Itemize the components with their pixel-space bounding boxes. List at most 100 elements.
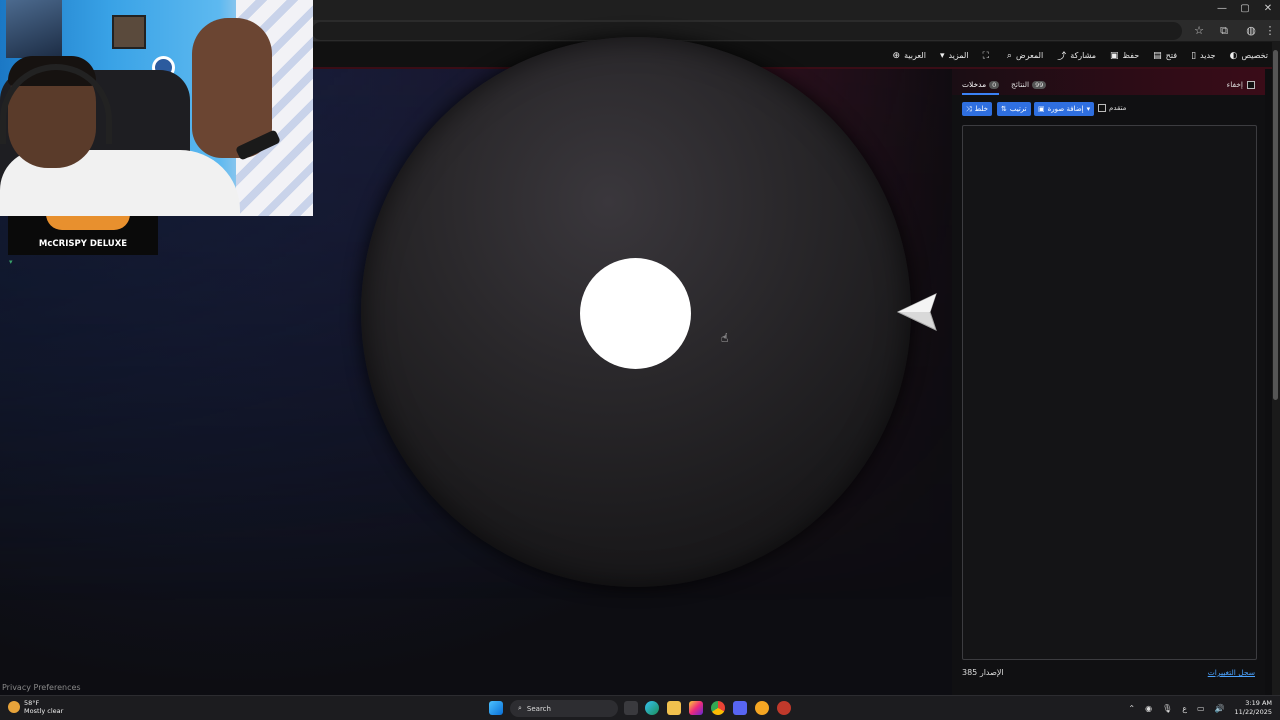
caret-down-icon: ▾ [939, 50, 945, 61]
app-icon-red[interactable] [777, 701, 791, 715]
extensions-icon[interactable]: ⧉ [1216, 24, 1232, 38]
url-field[interactable] [312, 22, 1182, 40]
privacy-preferences-link[interactable]: Privacy Preferences [2, 683, 81, 692]
maximize-icon[interactable]: ▢ [1233, 3, 1257, 14]
toolbar-item-share[interactable]: مشاركة ⤴ [1057, 49, 1096, 62]
toolbar-item-label: المزيد [948, 51, 969, 60]
tray-app-icon[interactable]: ◉ [1145, 704, 1152, 713]
hand-cursor-icon: ☝ [721, 331, 729, 345]
taskbar: 58°F Mostly clear ⌕ Search ⌃ ◉ 🎙 ع ▭ 🔊 3… [0, 695, 1280, 720]
start-icon[interactable] [489, 701, 503, 715]
hide-checkbox[interactable] [1247, 80, 1255, 89]
sort-icon: ⇅ [1001, 105, 1007, 113]
entries-textarea[interactable] [962, 125, 1257, 660]
toolbar-item-caret-down[interactable]: المزيد ▾ [940, 51, 969, 61]
weather-icon [8, 701, 20, 713]
microphone-icon[interactable]: 🎙 [1162, 704, 1172, 713]
image-icon: ▣ [1038, 105, 1045, 113]
clock-date: 11/22/2025 [1234, 708, 1272, 716]
toolbar-item-label: المعرض [1015, 51, 1044, 60]
advanced-label: متقدم [1109, 104, 1127, 112]
hide-toggle[interactable]: إخفاء [1227, 80, 1255, 89]
webcam-overlay [0, 0, 313, 216]
close-icon[interactable]: ✕ [1256, 3, 1280, 14]
caret-down-icon: ▾ [1086, 105, 1091, 113]
hide-label: إخفاء [1226, 80, 1243, 89]
small-logo-icon: ▾ [9, 258, 13, 266]
discord-icon[interactable] [733, 701, 747, 715]
weather-widget[interactable]: 58°F Mostly clear [8, 699, 63, 715]
version-number: 385 [962, 668, 978, 677]
wheel-hub-button[interactable] [580, 258, 691, 369]
burger-image [46, 214, 130, 230]
shuffle-label: خلط [974, 105, 988, 113]
fullscreen-icon: ⛶ [982, 50, 989, 61]
tab-entries-badge: 0 [989, 80, 1000, 89]
scroll-thumb[interactable] [1273, 50, 1278, 400]
taskbar-search[interactable]: ⌕ Search [510, 700, 618, 717]
tab-results-badge: 99 [1032, 80, 1047, 89]
toolbar-item-label: مشاركة [1070, 51, 1097, 60]
advanced-checkbox[interactable] [1098, 104, 1106, 112]
network-icon[interactable]: ▭ [1197, 704, 1205, 713]
system-tray: ⌃ ◉ 🎙 ع ▭ 🔊 3:19 AM 11/22/2025 [1128, 699, 1272, 717]
version-label: الإصدار [979, 668, 1004, 677]
toolbar-item-search[interactable]: المعرض ⌕ [1007, 51, 1043, 61]
minimize-icon[interactable]: — [1210, 3, 1234, 14]
tab-entries[interactable]: مدخلات 0 [962, 80, 1000, 95]
shuffle-button[interactable]: ⤨ خلط [962, 102, 992, 116]
add-image-label: إضافة صورة [1047, 105, 1084, 113]
changelog-link[interactable]: سجل التغييرات [1208, 668, 1255, 677]
save-icon: ▣ [1110, 50, 1119, 61]
tab-results-label: النتائج [1011, 80, 1030, 89]
globe-icon: ⊕ [892, 50, 901, 61]
ad-banner: McCRISPY DELUXE [8, 214, 158, 255]
menu-icon[interactable]: ⋮ [1262, 24, 1278, 37]
weather-desc: Mostly clear [24, 707, 64, 715]
task-view-icon[interactable] [624, 701, 638, 715]
add-image-button[interactable]: ▣ إضافة صورة ▾ [1034, 102, 1095, 116]
clock[interactable]: 3:19 AM 11/22/2025 [1235, 699, 1272, 717]
share-icon: ⤴ [1057, 52, 1067, 62]
sort-button[interactable]: ⇅ ترتيب [997, 102, 1031, 116]
advanced-toggle[interactable]: متقدم [1098, 104, 1126, 112]
palette-icon: ◐ [1229, 50, 1238, 61]
clock-time: 3:19 AM [1245, 699, 1272, 707]
shuffle-icon: ⤨ [966, 104, 972, 113]
tray-chevron-icon[interactable]: ⌃ [1128, 704, 1135, 713]
toolbar-item-palette[interactable]: تخصيص ◐ [1230, 51, 1268, 61]
toolbar-item-label: فتح [1165, 51, 1178, 60]
page-scrollbar[interactable] [1272, 42, 1280, 695]
toolbar-item-label: العربية [904, 51, 926, 60]
wall-poster [6, 0, 62, 58]
edge-icon[interactable] [645, 701, 659, 715]
profile-icon[interactable]: ◍ [1243, 24, 1259, 37]
weather-temp: 58°F [24, 699, 40, 707]
instagram-icon[interactable] [689, 701, 703, 715]
toolbar-item-globe[interactable]: العربية ⊕ [893, 51, 926, 61]
wheel-pointer-icon [896, 293, 937, 331]
toolbar-item-new-file[interactable]: جديد ▯ [1191, 51, 1216, 61]
star-icon[interactable]: ☆ [1191, 24, 1207, 37]
toolbar-item-save[interactable]: حفظ ▣ [1110, 51, 1139, 61]
app-icon-orange[interactable] [755, 701, 769, 715]
chrome-icon[interactable] [711, 701, 725, 715]
search-label: Search [526, 704, 551, 713]
folder-icon: ▤ [1153, 50, 1162, 61]
language-indicator[interactable]: ع [1182, 704, 1187, 713]
entries-panel: إخفاء مدخلات 0 النتائج 99 ⤨ خلط ⇅ ترتيب … [952, 69, 1265, 695]
tab-results[interactable]: النتائج 99 [1011, 80, 1047, 93]
search-icon: ⌕ [518, 704, 522, 712]
version-info: 385 الإصدار [962, 668, 1004, 677]
wall-frame [112, 15, 146, 49]
volume-icon[interactable]: 🔊 [1215, 704, 1225, 713]
toolbar-item-label: تخصيص [1241, 51, 1268, 60]
toolbar-item-label: حفظ [1122, 51, 1140, 60]
tab-entries-label: مدخلات [962, 80, 987, 89]
panel-header: إخفاء مدخلات 0 النتائج 99 [952, 69, 1265, 95]
entries-controls: ⤨ خلط ⇅ ترتيب ▣ إضافة صورة ▾ متقدم [952, 100, 1265, 120]
toolbar-item-folder[interactable]: فتح ▤ [1153, 51, 1177, 61]
search-icon: ⌕ [1006, 50, 1012, 61]
file-explorer-icon[interactable] [667, 701, 681, 715]
toolbar-item-fullscreen[interactable]: ⛶ [983, 51, 993, 61]
